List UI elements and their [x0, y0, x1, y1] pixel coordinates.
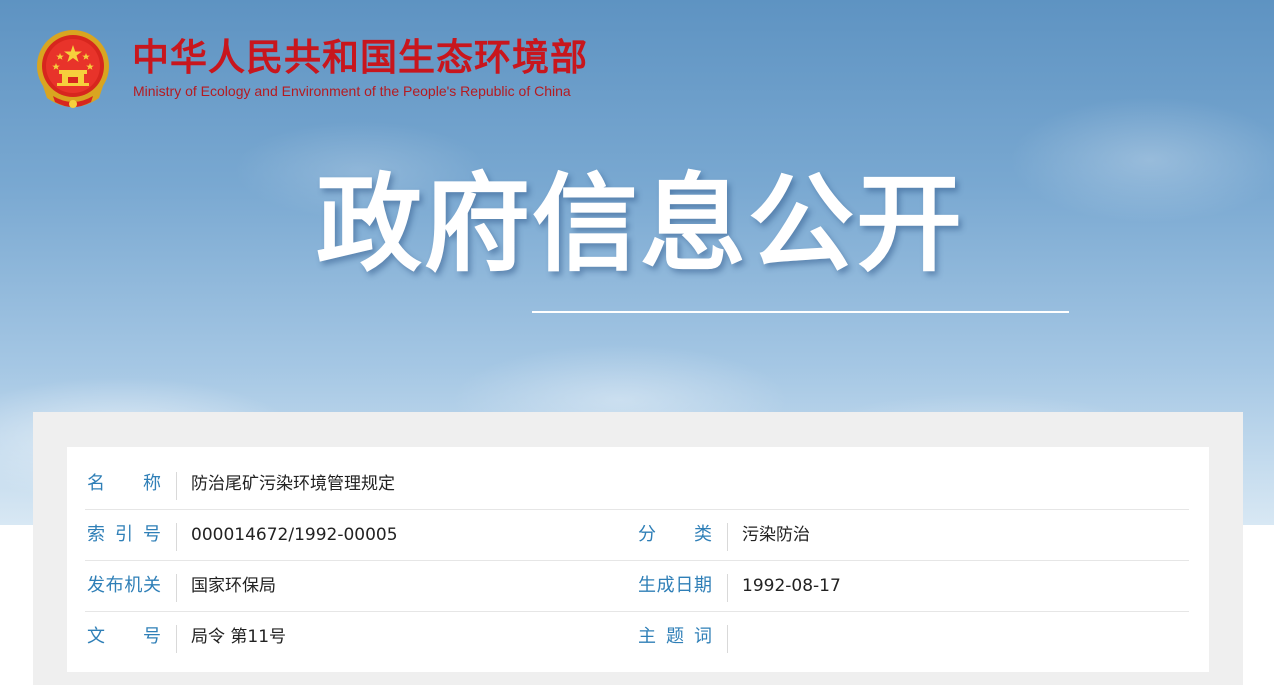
field-separator [727, 574, 728, 602]
field-separator [727, 625, 728, 653]
keywords-label: 主 题 词 [638, 626, 712, 647]
category-label: 分 类 [638, 524, 712, 545]
page: 中华人民共和国生态环境部 Ministry of Ecology and Env… [0, 0, 1274, 685]
category-value: 污染防治 [742, 525, 810, 545]
field-separator [176, 523, 177, 551]
index-value: 000014672/1992-00005 [191, 525, 398, 545]
index-label: 索 引 号 [87, 524, 161, 545]
ministry-name-english[interactable]: Ministry of Ecology and Environment of t… [133, 82, 571, 100]
title-underline-divider [532, 311, 1069, 313]
info-row-issuer: 发布机关 国家环保局 生成日期 1992-08-17 [85, 561, 1189, 612]
date-value: 1992-08-17 [742, 576, 841, 596]
info-row-docno: 文 号 局令 第11号 主 题 词 [85, 612, 1189, 662]
national-emblem-icon[interactable] [33, 28, 113, 114]
date-label: 生成日期 [638, 575, 712, 596]
info-row-index: 索 引 号 000014672/1992-00005 分 类 污染防治 [85, 510, 1189, 561]
issuer-label: 发布机关 [87, 575, 161, 596]
ministry-name-chinese[interactable]: 中华人民共和国生态环境部 [132, 36, 588, 80]
field-separator [176, 625, 177, 653]
name-label: 名 称 [87, 473, 161, 494]
page-title: 政府信息公开 [316, 163, 964, 286]
docno-label: 文 号 [87, 626, 161, 647]
field-separator [727, 523, 728, 551]
field-separator [176, 472, 177, 500]
docno-value: 局令 第11号 [191, 627, 287, 647]
name-value: 防治尾矿污染环境管理规定 [191, 474, 395, 494]
info-row-name: 名 称 防治尾矿污染环境管理规定 [85, 459, 1189, 510]
field-separator [176, 574, 177, 602]
issuer-value: 国家环保局 [191, 576, 276, 596]
